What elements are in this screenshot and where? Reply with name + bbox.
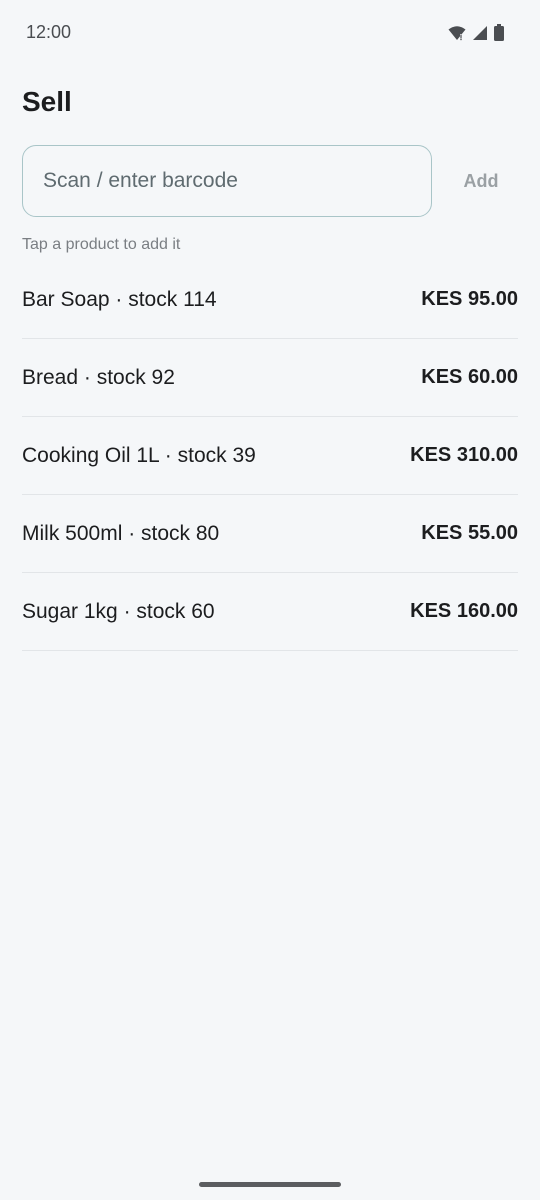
product-name: Bread · stock 92 bbox=[22, 365, 175, 389]
status-bar: 12:00 bbox=[0, 0, 540, 66]
product-name: Cooking Oil 1L · stock 39 bbox=[22, 443, 256, 467]
product-price: KES 160.00 bbox=[410, 600, 518, 622]
product-name: Sugar 1kg · stock 60 bbox=[22, 599, 215, 623]
product-item[interactable]: Milk 500ml · stock 80 KES 55.00 bbox=[22, 495, 518, 573]
status-icons bbox=[448, 24, 504, 41]
product-item[interactable]: Bread · stock 92 KES 60.00 bbox=[22, 339, 518, 417]
product-item[interactable]: Bar Soap · stock 114 KES 95.00 bbox=[22, 261, 518, 339]
product-price: KES 95.00 bbox=[421, 288, 518, 310]
cellular-signal-icon bbox=[472, 25, 488, 41]
page-title: Sell bbox=[22, 86, 72, 117]
product-price: KES 55.00 bbox=[421, 522, 518, 544]
battery-icon bbox=[494, 24, 504, 41]
status-time: 12:00 bbox=[26, 22, 72, 42]
wifi-icon bbox=[448, 25, 466, 41]
add-button[interactable]: Add bbox=[444, 159, 518, 203]
barcode-input[interactable] bbox=[22, 145, 432, 217]
hint-text: Tap a product to add it bbox=[22, 236, 181, 253]
product-price: KES 310.00 bbox=[410, 444, 518, 466]
product-item[interactable]: Cooking Oil 1L · stock 39 KES 310.00 bbox=[22, 417, 518, 495]
product-price: KES 60.00 bbox=[421, 366, 518, 388]
barcode-row: Add bbox=[22, 145, 518, 217]
product-name: Bar Soap · stock 114 bbox=[22, 287, 217, 311]
home-indicator[interactable] bbox=[199, 1182, 341, 1187]
product-list: Bar Soap · stock 114 KES 95.00 Bread · s… bbox=[22, 261, 518, 651]
product-name: Milk 500ml · stock 80 bbox=[22, 521, 220, 545]
product-item[interactable]: Sugar 1kg · stock 60 KES 160.00 bbox=[22, 573, 518, 651]
